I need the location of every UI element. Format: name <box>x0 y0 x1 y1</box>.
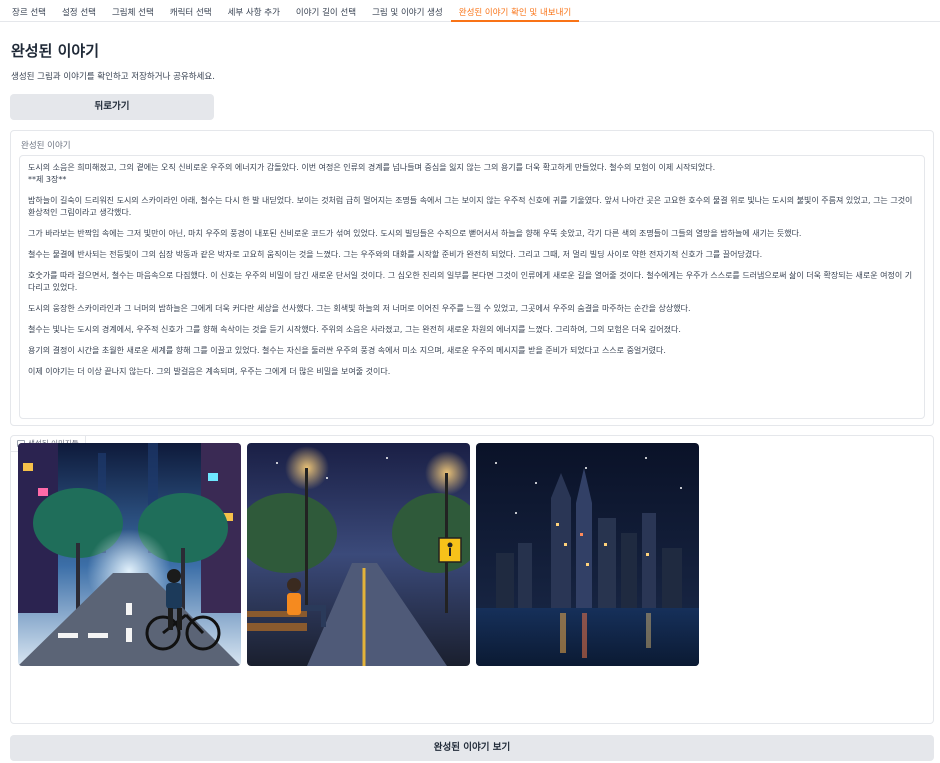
tab-art-style[interactable]: 그림체 선택 <box>104 0 162 22</box>
story-paragraph: 밤하늘이 길숙이 드리워진 도시의 스카이라인 아래, 철수는 다시 한 발 내… <box>28 196 913 217</box>
tab-bar: 장르 선택 설정 선택 그림체 선택 캐릭터 선택 세부 사항 추가 이야기 길… <box>0 0 940 22</box>
story-paragraph: 도시의 웅장한 스카이라인과 그 너머의 밤하늘은 그에게 더욱 커다란 세상을… <box>28 304 691 313</box>
story-paragraph: 철수는 빛나는 도시의 경계에서, 우주적 신호가 그를 향해 속삭이는 것을 … <box>28 325 681 334</box>
page-subtitle: 생성된 그림과 이야기를 확인하고 저장하거나 공유하세요. <box>11 72 215 82</box>
story-paragraph: 도시의 소음은 희미해졌고, 그의 곁에는 오직 신비로운 우주의 에너지가 감… <box>28 163 716 184</box>
tab-details[interactable]: 세부 사항 추가 <box>220 0 288 22</box>
tab-story-length[interactable]: 이야기 길이 선택 <box>288 0 364 22</box>
city-skyline-lake-image[interactable] <box>476 443 699 666</box>
page-title: 완성된 이야기 <box>11 42 100 60</box>
story-paragraph: 이제 이야기는 더 이상 끝나지 않는다. 그의 발걸음은 계속되며, 우주는 … <box>28 367 391 376</box>
story-label: 완성된 이야기 <box>21 141 71 151</box>
cyclist-city-street-illustration <box>18 443 241 666</box>
tab-genre[interactable]: 장르 선택 <box>4 0 54 22</box>
story-textarea[interactable]: 도시의 소음은 희미해졌고, 그의 곁에는 오직 신비로운 우주의 에너지가 감… <box>19 155 925 419</box>
story-paragraph: 그가 바라보는 반짝임 속에는 그저 빛만이 아닌, 마치 우주의 풍경이 내포… <box>28 229 802 238</box>
back-button[interactable]: 뒤로가기 <box>10 94 214 120</box>
city-skyline-lake-illustration <box>476 443 699 666</box>
story-paragraph: 호숫가를 따라 걸으면서, 철수는 마음속으로 다짐했다. 이 신호는 우주의 … <box>28 271 913 292</box>
park-bench-night-illustration <box>247 443 470 666</box>
view-story-button[interactable]: 완성된 이야기 보기 <box>10 735 934 761</box>
tab-character[interactable]: 캐릭터 선택 <box>162 0 220 22</box>
story-paragraph: 철수는 물결에 반사되는 전등빛이 그의 심장 박동과 같은 박자로 고요히 움… <box>28 250 763 259</box>
story-panel: 완성된 이야기 도시의 소음은 희미해졌고, 그의 곁에는 오직 신비로운 우주… <box>10 130 934 426</box>
tab-generate[interactable]: 그림 및 이야기 생성 <box>364 0 451 22</box>
park-bench-night-image[interactable] <box>247 443 470 666</box>
story-paragraph: 용기의 결정이 시간을 초월한 새로운 세계를 향해 그를 이끌고 있었다. 철… <box>28 346 666 355</box>
cyclist-city-street-image[interactable] <box>18 443 241 666</box>
gallery-panel: 생성된 이미지들 <box>10 435 934 724</box>
tab-setting[interactable]: 설정 선택 <box>54 0 104 22</box>
tab-export[interactable]: 완성된 이야기 확인 및 내보내기 <box>450 0 580 22</box>
